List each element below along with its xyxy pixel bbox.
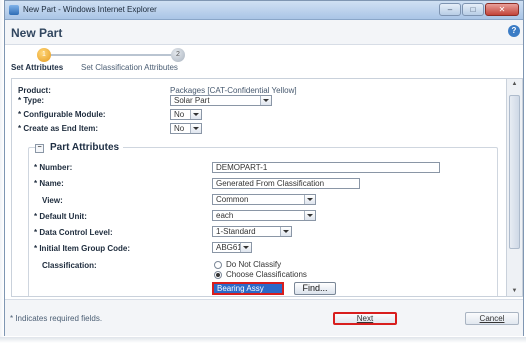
chevron-down-icon: [260, 96, 271, 105]
cancel-button[interactable]: Cancel: [465, 312, 519, 325]
type-label: * Type:: [18, 96, 45, 105]
configurable-module-value: No: [174, 110, 185, 119]
scroll-up-icon[interactable]: ▲: [507, 81, 522, 87]
view-label: View:: [42, 196, 63, 205]
minimize-icon: –: [447, 5, 453, 14]
step-1-indicator[interactable]: 1: [37, 48, 51, 62]
product-value: Packages [CAT-Confidential Yellow]: [170, 86, 297, 95]
chevron-down-icon: [190, 124, 201, 133]
chevron-down-icon: [304, 195, 315, 204]
next-button[interactable]: Next: [333, 312, 397, 325]
end-item-label: * Create as End Item:: [18, 124, 99, 133]
radio-off-icon: [214, 260, 222, 269]
find-button[interactable]: Find...: [294, 282, 336, 295]
window-title: New Part - Windows Internet Explorer: [23, 5, 157, 14]
next-button-label: Next: [356, 314, 374, 323]
product-label: Product:: [18, 86, 51, 95]
radio-choose-classifications-label: Choose Classifications: [226, 270, 307, 279]
ie-icon: [9, 5, 19, 15]
initial-item-group-code-label: * Initial Item Group Code:: [34, 244, 131, 253]
view-select-value: Common: [216, 195, 249, 204]
required-fields-note: * Indicates required fields.: [10, 314, 103, 323]
collapse-icon[interactable]: −: [35, 144, 44, 153]
data-control-level-select[interactable]: 1-Standard: [212, 226, 292, 237]
part-attributes-legend: − Part Attributes: [35, 142, 124, 153]
default-unit-value: each: [216, 211, 234, 220]
form-scroll-area: Product: Packages [CAT-Confidential Yell…: [11, 78, 507, 297]
configurable-module-label: * Configurable Module:: [18, 110, 106, 119]
initial-item-group-code-value: ABG61: [216, 243, 242, 252]
maximize-icon: □: [470, 5, 476, 14]
default-unit-label: * Default Unit:: [34, 212, 87, 221]
part-attributes-title: Part Attributes: [50, 142, 120, 153]
radio-on-icon: [214, 270, 222, 279]
chevron-down-icon: [190, 110, 201, 119]
step-set-classification-attributes[interactable]: Set Classification Attributes: [81, 63, 178, 72]
chevron-down-icon: [304, 211, 315, 220]
chevron-down-icon: [280, 227, 291, 236]
wizard-steps: 1 2 Set Attributes Set Classification At…: [5, 45, 523, 75]
help-icon[interactable]: ?: [508, 25, 520, 37]
minimize-button[interactable]: –: [439, 3, 461, 16]
number-field[interactable]: DEMOPART-1: [212, 162, 440, 173]
step-set-attributes[interactable]: Set Attributes: [11, 63, 63, 72]
step-2-indicator[interactable]: 2: [171, 48, 185, 62]
chevron-down-icon: [240, 243, 251, 252]
radio-choose-classifications[interactable]: Choose Classifications: [214, 270, 307, 279]
view-select[interactable]: Common: [212, 194, 316, 205]
radio-do-not-classify-label: Do Not Classify: [226, 260, 282, 269]
window-titlebar: New Part - Windows Internet Explorer – □…: [5, 1, 523, 20]
name-label: * Name:: [34, 179, 64, 188]
number-label: * Number:: [34, 163, 73, 172]
scroll-down-icon[interactable]: ▼: [507, 288, 522, 294]
end-item-select[interactable]: No: [170, 123, 202, 134]
data-control-level-value: 1-Standard: [216, 227, 256, 236]
dialog-footer: * Indicates required fields. Next Cancel: [5, 299, 523, 336]
radio-do-not-classify[interactable]: Do Not Classify: [214, 260, 281, 269]
step-connector: [41, 54, 177, 56]
dialog-header: New Part ?: [5, 20, 523, 45]
initial-item-group-code-select[interactable]: ABG61: [212, 242, 252, 253]
type-select[interactable]: Solar Part: [170, 95, 272, 106]
end-item-value: No: [174, 124, 185, 133]
classification-label: Classification:: [42, 261, 97, 270]
close-button[interactable]: ✕: [485, 3, 519, 16]
default-unit-select[interactable]: each: [212, 210, 316, 221]
configurable-module-select[interactable]: No: [170, 109, 202, 120]
form-scrollbar[interactable]: ▲ ▼: [507, 78, 523, 297]
cancel-button-label: Cancel: [479, 314, 505, 323]
page-title: New Part: [11, 26, 63, 40]
close-icon: ✕: [498, 5, 506, 14]
page-bottom-edge: [0, 337, 526, 343]
data-control-level-label: * Data Control Level:: [34, 228, 113, 237]
type-select-value: Solar Part: [174, 96, 210, 105]
maximize-button[interactable]: □: [462, 3, 484, 16]
browser-window: New Part - Windows Internet Explorer – □…: [4, 0, 524, 336]
classification-value-field[interactable]: Bearing Assy: [212, 282, 284, 295]
scrollbar-thumb[interactable]: [509, 95, 520, 249]
name-field[interactable]: Generated From Classification: [212, 178, 360, 189]
